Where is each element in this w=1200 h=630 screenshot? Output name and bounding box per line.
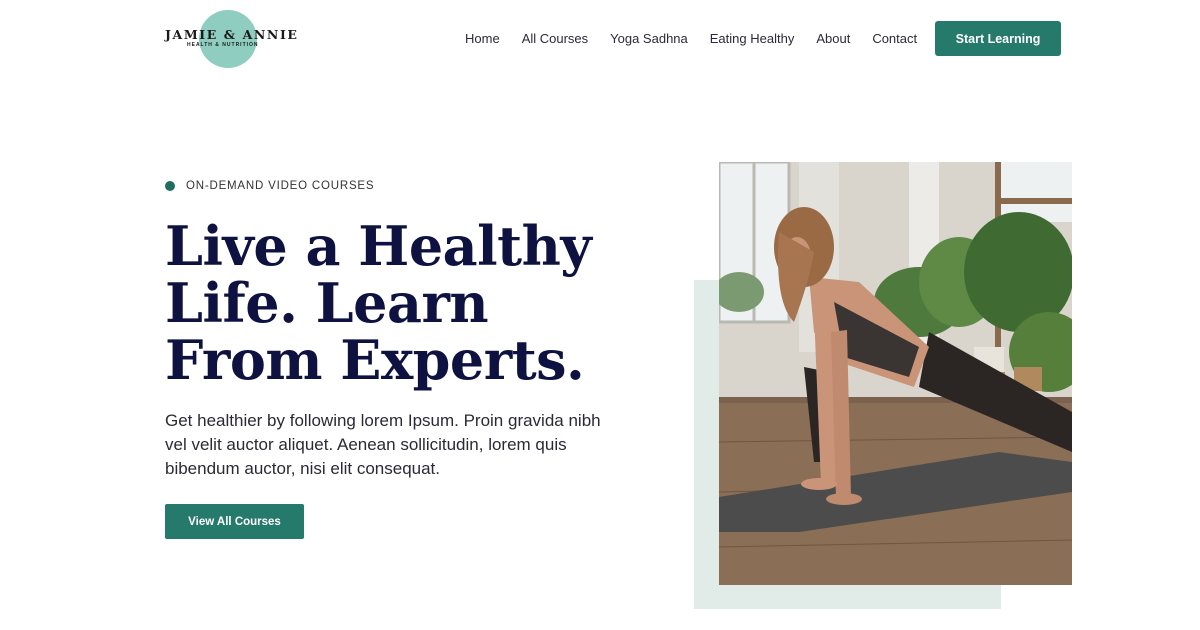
pattern-dot bbox=[126, 567, 134, 575]
pattern-dot bbox=[174, 580, 182, 588]
pattern-dot bbox=[234, 567, 242, 575]
pattern-dot bbox=[210, 580, 218, 588]
pattern-dot bbox=[102, 528, 110, 536]
hero-headline: Live a Healthy Life. Learn From Experts. bbox=[165, 214, 592, 392]
brand-logo[interactable]: JAMIE & ANNIE HEALTH & NUTRITION bbox=[165, 10, 299, 68]
pattern-dot bbox=[186, 541, 194, 549]
pattern-dot bbox=[234, 541, 242, 549]
eyebrow: ON-DEMAND VIDEO COURSES bbox=[165, 180, 374, 192]
pattern-dot bbox=[222, 541, 230, 549]
pattern-dot bbox=[90, 515, 98, 523]
pattern-dot bbox=[150, 554, 158, 562]
pattern-dot bbox=[90, 541, 98, 549]
pattern-dot bbox=[162, 541, 170, 549]
pattern-dot bbox=[186, 580, 194, 588]
pattern-dot bbox=[102, 567, 110, 575]
logo-tagline: HEALTH & NUTRITION bbox=[187, 42, 259, 48]
pattern-dot bbox=[114, 541, 122, 549]
pattern-dot bbox=[126, 580, 134, 588]
pattern-dot bbox=[210, 554, 218, 562]
view-all-courses-button[interactable]: View All Courses bbox=[165, 504, 304, 539]
pattern-dot bbox=[198, 580, 206, 588]
pattern-dot bbox=[90, 554, 98, 562]
eyebrow-text: ON-DEMAND VIDEO COURSES bbox=[186, 180, 375, 192]
nav-item-contact[interactable]: Contact bbox=[872, 30, 917, 48]
logo-name: JAMIE & ANNIE bbox=[165, 27, 299, 42]
dot-icon bbox=[165, 181, 175, 191]
pattern-dot bbox=[114, 554, 122, 562]
pattern-dot bbox=[150, 580, 158, 588]
pattern-dot bbox=[138, 515, 146, 523]
pattern-dot bbox=[114, 528, 122, 536]
pattern-dot bbox=[138, 580, 146, 588]
pattern-dot bbox=[222, 554, 230, 562]
pattern-dot bbox=[234, 580, 242, 588]
pattern-dot bbox=[186, 554, 194, 562]
pattern-dot bbox=[174, 541, 182, 549]
yoga-photo-illustration bbox=[719, 162, 1072, 585]
pattern-dot bbox=[198, 541, 206, 549]
pattern-dot bbox=[126, 541, 134, 549]
pattern-dot bbox=[150, 567, 158, 575]
nav-item-all-courses[interactable]: All Courses bbox=[522, 30, 588, 48]
pattern-dot bbox=[162, 567, 170, 575]
pattern-dot bbox=[186, 567, 194, 575]
pattern-dot bbox=[114, 567, 122, 575]
pattern-dot bbox=[102, 541, 110, 549]
main-nav: Home All Courses Yoga Sadhna Eating Heal… bbox=[465, 30, 939, 48]
pattern-dot bbox=[126, 528, 134, 536]
pattern-dot bbox=[174, 554, 182, 562]
pattern-dot bbox=[126, 554, 134, 562]
pattern-dot bbox=[150, 528, 158, 536]
pattern-dot bbox=[162, 554, 170, 562]
start-learning-button[interactable]: Start Learning bbox=[935, 21, 1061, 56]
nav-item-yoga-sadhna[interactable]: Yoga Sadhna bbox=[610, 30, 688, 48]
pattern-dot bbox=[102, 580, 110, 588]
pattern-dot bbox=[90, 528, 98, 536]
pattern-dot bbox=[138, 567, 146, 575]
pattern-dot bbox=[90, 580, 98, 588]
pattern-dot bbox=[198, 567, 206, 575]
pattern-dot bbox=[114, 515, 122, 523]
pattern-dot bbox=[210, 541, 218, 549]
pattern-dot bbox=[222, 580, 230, 588]
pattern-dot bbox=[90, 567, 98, 575]
pattern-dot bbox=[138, 554, 146, 562]
hero-video-thumbnail[interactable] bbox=[719, 162, 1072, 585]
pattern-dot bbox=[174, 567, 182, 575]
nav-item-about[interactable]: About bbox=[816, 30, 850, 48]
pattern-dot bbox=[162, 580, 170, 588]
pattern-dot bbox=[102, 515, 110, 523]
pattern-dot bbox=[114, 580, 122, 588]
pattern-dot bbox=[222, 567, 230, 575]
pattern-dot bbox=[210, 567, 218, 575]
pattern-dot bbox=[138, 528, 146, 536]
nav-item-home[interactable]: Home bbox=[465, 30, 500, 48]
pattern-dot bbox=[102, 554, 110, 562]
pattern-dot bbox=[234, 554, 242, 562]
pattern-dot bbox=[150, 515, 158, 523]
pattern-dot bbox=[126, 515, 134, 523]
pattern-dot bbox=[138, 541, 146, 549]
pattern-dot bbox=[150, 541, 158, 549]
hero-body: Get healthier by following lorem Ipsum. … bbox=[165, 411, 601, 478]
pattern-dot bbox=[198, 554, 206, 562]
nav-item-eating-healthy[interactable]: Eating Healthy bbox=[710, 30, 795, 48]
